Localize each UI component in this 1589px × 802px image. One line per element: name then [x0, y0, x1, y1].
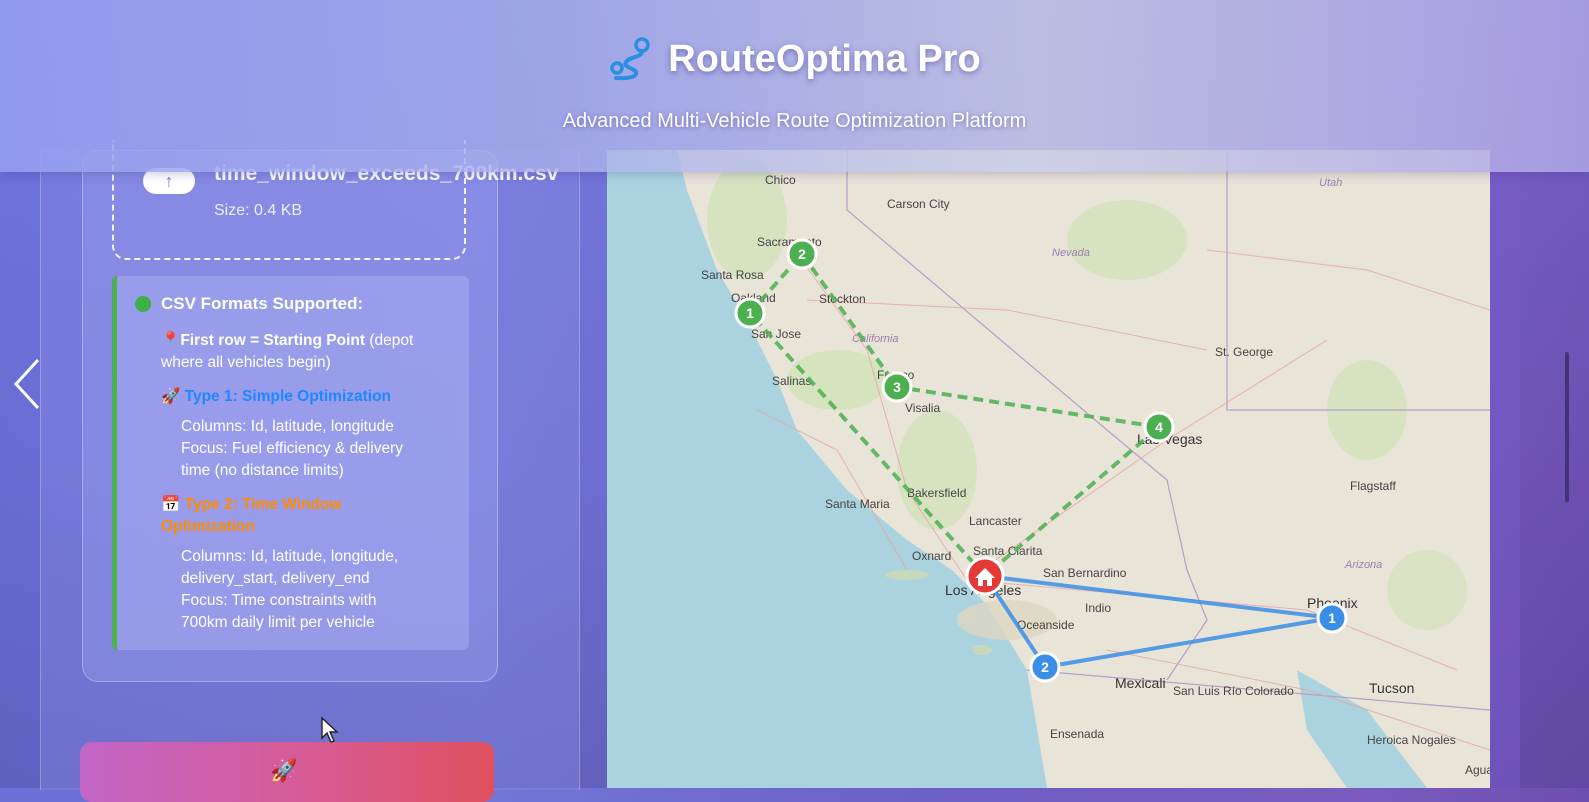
mouse-cursor-icon: [321, 716, 339, 743]
map-place-label: Oceanside: [1017, 618, 1075, 632]
map-place-label: Santa Rosa: [701, 268, 764, 282]
blue-stop-marker[interactable]: 1: [1316, 602, 1348, 634]
rocket-icon: 🚀: [161, 388, 181, 405]
map-place-label: Agua Prieta: [1465, 763, 1490, 777]
green-stop-marker[interactable]: 4: [1143, 411, 1175, 443]
chevron-left-icon[interactable]: [8, 354, 48, 414]
map-place-label: Santa Maria: [825, 497, 890, 511]
map-place-label: St. George: [1215, 345, 1273, 359]
svg-text:2: 2: [798, 246, 806, 262]
map-place-label: Oxnard: [912, 549, 951, 563]
csv-formats-heading: CSV Formats Supported:: [135, 294, 363, 314]
uploaded-file-size: Size: 0.4 KB: [214, 202, 303, 219]
map-place-label: Arizona: [1344, 559, 1382, 571]
map-place-label: San Luis Río Colorado: [1173, 684, 1294, 698]
pushpin-icon: 📍: [161, 332, 181, 349]
map-place-label: Ensenada: [1050, 727, 1104, 741]
blue-stop-marker[interactable]: 2: [1029, 651, 1061, 683]
map-place-label: Carson City: [887, 197, 950, 211]
map-place-label: Visalia: [905, 401, 940, 415]
map-place-label: Stockton: [819, 292, 866, 306]
map-frame-edge: [1490, 150, 1520, 788]
map-place-label: Indio: [1085, 601, 1111, 615]
map-place-label: San Jose: [751, 327, 801, 341]
page-scrollbar[interactable]: [1565, 352, 1569, 502]
map-place-label: Utah: [1319, 177, 1342, 189]
map-place-label: Chico: [765, 173, 796, 187]
depot-marker[interactable]: [965, 556, 1005, 596]
map-place-label: Flagstaff: [1350, 479, 1396, 493]
map-place-label: San Bernardino: [1043, 566, 1127, 580]
type1-title: 🚀 Type 1: Simple Optimization: [161, 388, 392, 405]
green-circle-icon: [135, 296, 151, 312]
svg-text:1: 1: [746, 305, 754, 321]
route-map[interactable]: ChicoCarson CitySacramentoSanta RosaOakl…: [607, 150, 1490, 788]
csv-formats-info: CSV Formats Supported: 📍First row = Star…: [112, 276, 469, 650]
green-stop-marker[interactable]: 1: [734, 297, 766, 329]
svg-text:2: 2: [1041, 659, 1049, 675]
svg-text:3: 3: [893, 379, 901, 395]
optimize-button[interactable]: 🚀: [80, 742, 494, 802]
route-icon: [610, 37, 651, 81]
map-place-label: Mexicali: [1115, 675, 1166, 691]
app-header: RouteOptima Pro Advanced Multi-Vehicle R…: [0, 0, 1589, 172]
first-row-note: 📍First row = Starting Point (depot where…: [161, 332, 414, 371]
svg-text:1: 1: [1328, 610, 1336, 626]
rocket-icon: 🚀: [270, 758, 298, 783]
map-place-label: Heroica Nogales: [1367, 733, 1456, 747]
app-title: RouteOptima Pro: [668, 37, 981, 80]
map-place-label: Salinas: [772, 374, 811, 388]
map-place-label: Lancaster: [969, 514, 1022, 528]
green-stop-marker[interactable]: 2: [786, 238, 818, 270]
type2-description: Columns: Id, latitude, longitude, delive…: [181, 548, 399, 631]
brand: RouteOptima Pro: [0, 36, 1589, 82]
calendar-icon: 📅: [161, 496, 181, 513]
map-place-label: Tucson: [1369, 680, 1414, 696]
map-canvas[interactable]: ChicoCarson CitySacramentoSanta RosaOakl…: [607, 150, 1490, 788]
app-subtitle: Advanced Multi-Vehicle Route Optimizatio…: [562, 110, 1027, 132]
type2-title: 📅 Type 2: Time Window Optimization: [161, 496, 342, 535]
type1-description: Columns: Id, latitude, longitude Focus: …: [181, 418, 403, 479]
map-place-label: Nevada: [1052, 247, 1090, 259]
svg-text:4: 4: [1155, 419, 1163, 435]
green-stop-marker[interactable]: 3: [881, 371, 913, 403]
